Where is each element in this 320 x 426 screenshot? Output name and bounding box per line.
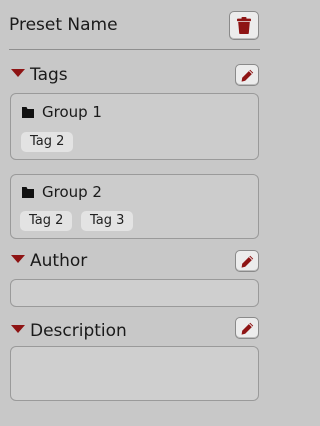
tag-group-card: Group 1 Tag 2	[10, 93, 259, 160]
header-divider	[9, 49, 260, 50]
edit-description-button[interactable]	[235, 317, 259, 339]
pencil-icon	[241, 322, 254, 335]
caret-down-icon	[11, 69, 25, 77]
group-title: Group 1	[22, 103, 102, 121]
group-title: Group 2	[22, 183, 102, 201]
delete-preset-button[interactable]	[229, 11, 259, 40]
edit-tags-button[interactable]	[235, 64, 259, 86]
preset-panel: Preset Name Tags Group 1 Tag 2 Group 2 T…	[0, 0, 269, 426]
tag-chip[interactable]: Tag 2	[21, 132, 74, 152]
folder-icon	[22, 187, 34, 198]
folder-icon	[22, 107, 34, 118]
preset-name-title: Preset Name	[9, 15, 118, 35]
author-section-label: Author	[30, 251, 88, 271]
description-section-label: Description	[30, 321, 127, 341]
edit-author-button[interactable]	[235, 250, 259, 272]
pencil-icon	[241, 255, 254, 268]
pencil-icon	[241, 69, 254, 82]
description-field[interactable]	[10, 346, 259, 401]
tag-group-card: Group 2 Tag 2 Tag 3	[10, 174, 259, 239]
description-section-toggle[interactable]: Description	[11, 320, 127, 342]
group-name: Group 2	[42, 183, 102, 201]
author-section-toggle[interactable]: Author	[11, 250, 87, 272]
tag-chip[interactable]: Tag 2	[20, 211, 73, 231]
tags-section-toggle[interactable]: Tags	[11, 64, 68, 86]
caret-down-icon	[11, 325, 25, 333]
trash-icon	[237, 17, 251, 34]
caret-down-icon	[11, 255, 25, 263]
tag-chip[interactable]: Tag 3	[81, 211, 134, 231]
group-name: Group 1	[42, 103, 102, 121]
author-field[interactable]	[10, 279, 259, 307]
tags-section-label: Tags	[30, 65, 68, 85]
